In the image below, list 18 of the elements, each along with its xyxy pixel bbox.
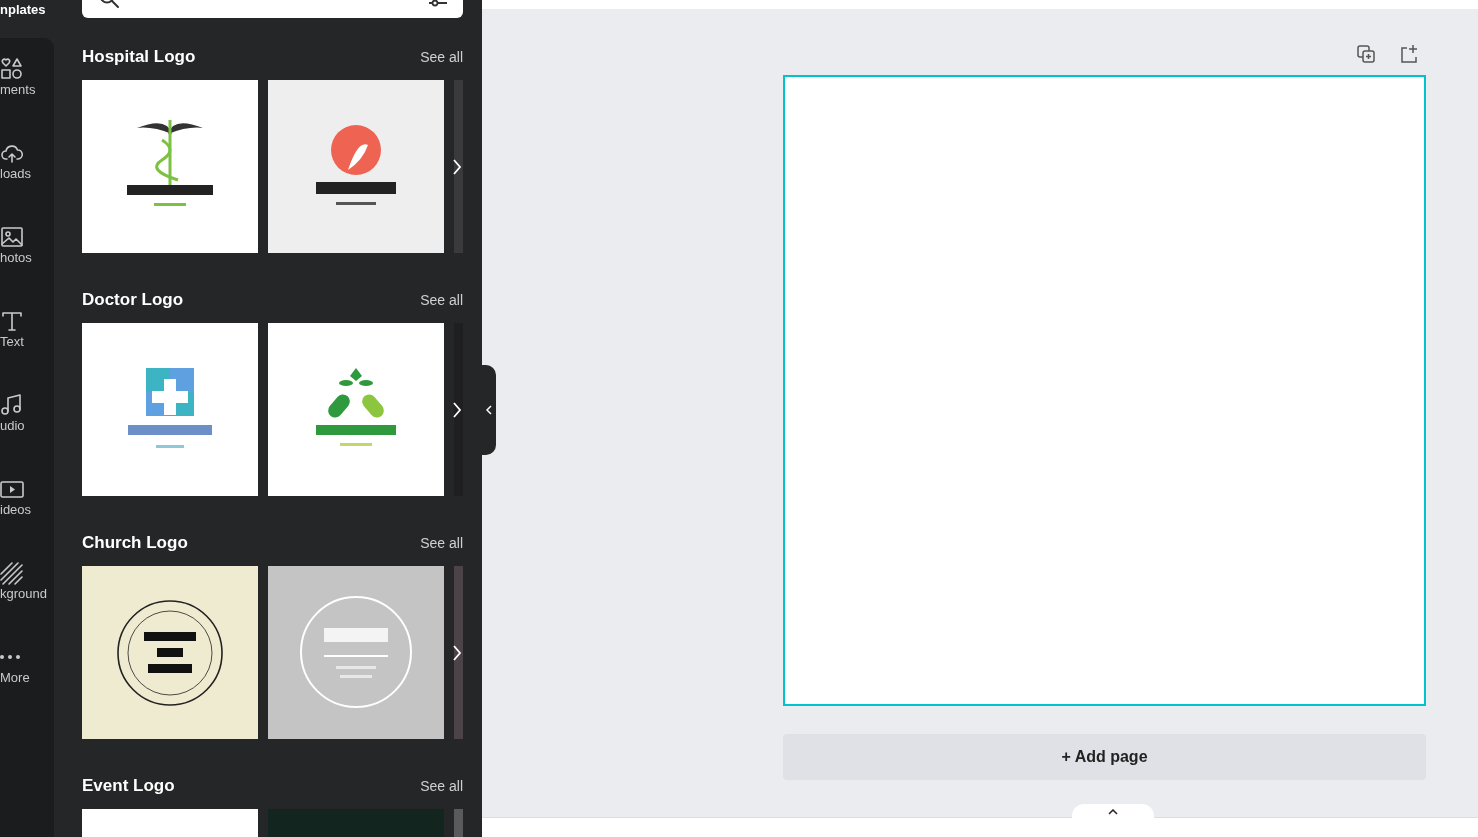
sidebar-item[interactable]: ments bbox=[0, 40, 54, 124]
sidebar-item[interactable]: ideos bbox=[0, 460, 54, 544]
section-title: Church Logo bbox=[82, 533, 188, 553]
see-all-link[interactable]: See all bbox=[420, 535, 463, 551]
sidebar-item[interactable]: kground bbox=[0, 544, 54, 628]
sidebar-item[interactable]: More bbox=[0, 628, 54, 712]
sidebar-item[interactable]: Text bbox=[0, 292, 54, 376]
sidebar-item[interactable]: hotos bbox=[0, 208, 54, 292]
sidebar-item[interactable]: loads bbox=[0, 124, 54, 208]
section-title: Event Logo bbox=[82, 776, 175, 796]
sidebar-label[interactable]: nplates bbox=[0, 0, 54, 20]
section-title: Doctor Logo bbox=[82, 290, 184, 310]
see-all-link[interactable]: See all bbox=[420, 778, 463, 794]
sidebar-item[interactable]: udio bbox=[0, 376, 54, 460]
section-title: Hospital Logo bbox=[82, 47, 196, 67]
see-all-link[interactable]: See all bbox=[420, 49, 463, 65]
add-page-button[interactable]: + Add page bbox=[783, 734, 1426, 780]
see-all-link[interactable]: See all bbox=[420, 292, 463, 308]
